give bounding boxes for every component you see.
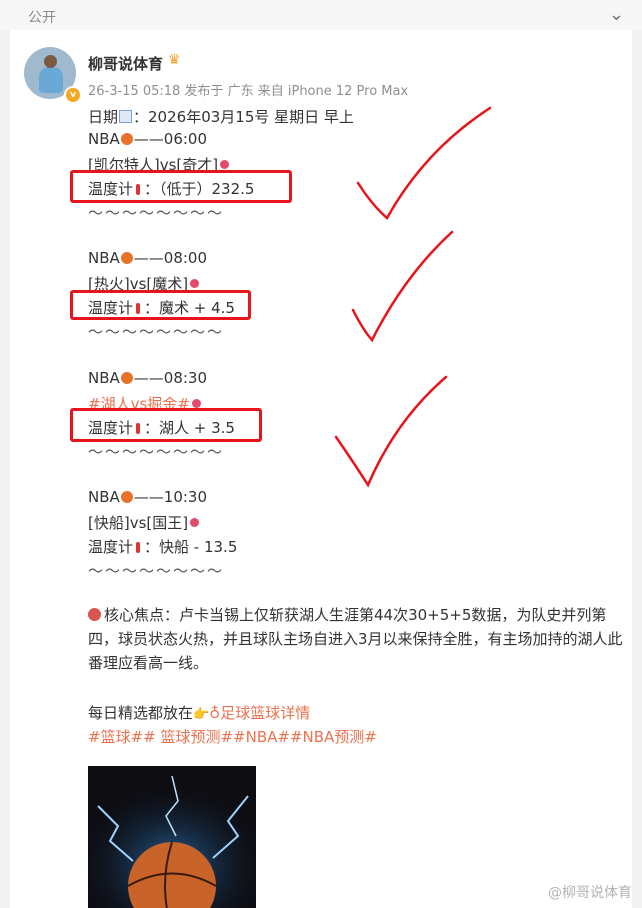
basketball-icon <box>120 252 133 264</box>
focus-text: 核心焦点：卢卡当锡上仅斩获湖人生涯第44次30+5+5数据，为队史并列第四，球员… <box>88 606 623 672</box>
highlight-box <box>70 170 292 203</box>
author-name[interactable]: 柳哥说体育 <box>88 53 163 74</box>
date-value: ：2026年03月15号 星期日 早上 <box>133 108 354 126</box>
game-time: ——06:00 <box>133 130 208 148</box>
league-label: NBA <box>88 130 120 148</box>
game-time: ——08:30 <box>133 369 208 387</box>
separator: ～～～～～～～～ <box>88 323 225 341</box>
thermometer-icon <box>136 542 141 553</box>
date-line: 日期 ：2026年03月15号 星期日 早上 <box>88 106 354 127</box>
matchup: [快船]vs[国王] <box>88 512 200 533</box>
target-icon <box>88 608 101 621</box>
highlight-box <box>70 290 251 320</box>
game-header: NBA ——06:00 <box>88 130 207 148</box>
basketball-icon <box>120 372 133 384</box>
separator: ～～～～～～～～ <box>88 562 225 580</box>
separator: ～～～～～～～～ <box>88 443 225 461</box>
date-prefix: 日期 <box>88 108 119 126</box>
game-header: NBA ——08:00 <box>88 249 207 267</box>
basketball-icon <box>120 491 133 503</box>
verified-badge-icon: v <box>64 86 82 104</box>
game-header: NBA ——10:30 <box>88 488 207 506</box>
hashtags[interactable]: #篮球## 篮球预测##NBA##NBA预测# <box>88 726 377 747</box>
focus-paragraph: 核心焦点：卢卡当锡上仅斩获湖人生涯第44次30+5+5数据，为队史并列第四，球员… <box>88 603 633 675</box>
chevron-down-icon[interactable]: ⌄ <box>609 4 624 25</box>
game-header: NBA ——08:30 <box>88 369 207 387</box>
league-label: NBA <box>88 249 120 267</box>
matchup-text: [快船]vs[国王] <box>88 514 189 532</box>
calendar-icon <box>119 110 133 123</box>
visibility-bar[interactable]: 公开 ⌄ <box>0 0 642 31</box>
link-icon[interactable]: ♁ <box>209 704 220 722</box>
meteor-icon <box>191 399 201 408</box>
basketball-icon <box>120 133 133 145</box>
meteor-icon <box>190 518 200 527</box>
separator: ～～～～～～～～ <box>88 204 225 222</box>
meteor-icon <box>190 279 200 288</box>
post-meta: 26-3-15 05:18 发布于 广东 来自 iPhone 12 Pro Ma… <box>88 84 409 99</box>
detail-link[interactable]: 足球篮球详情 <box>220 704 310 722</box>
left-gutter <box>0 30 10 908</box>
game-time: ——10:30 <box>133 488 208 506</box>
pointing-hand-icon: 👉 <box>193 707 210 722</box>
basketball-lightning-image[interactable] <box>88 766 256 908</box>
pick-value: ：快船 - 13.5 <box>144 538 238 556</box>
pick-label: 温度计 <box>88 538 134 556</box>
game-time: ——08:00 <box>133 249 208 267</box>
meteor-icon <box>220 160 230 169</box>
pick-line: 温度计 ：快船 - 13.5 <box>88 536 237 557</box>
daily-line: 每日精选都放在👉♁足球篮球详情 <box>88 702 310 723</box>
daily-prefix: 每日精选都放在 <box>88 704 194 722</box>
crown-icon: ♛ <box>168 52 181 68</box>
right-gutter <box>632 30 642 908</box>
visibility-label: 公开 <box>28 10 56 26</box>
league-label: NBA <box>88 369 120 387</box>
weibo-watermark: @柳哥说体育 <box>548 885 632 901</box>
league-label: NBA <box>88 488 120 506</box>
highlight-box <box>70 408 262 442</box>
